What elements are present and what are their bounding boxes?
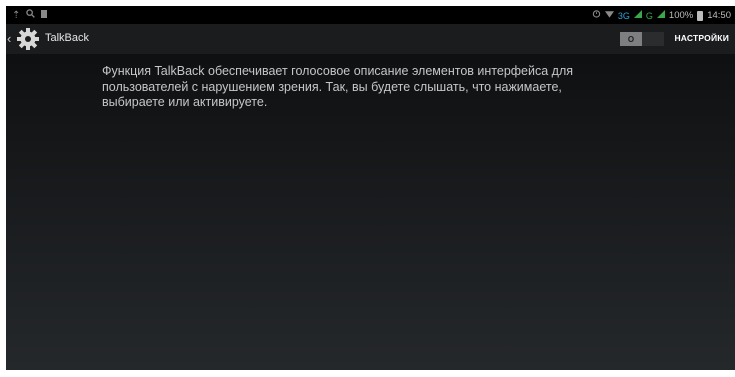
battery-icon: [697, 10, 704, 21]
network-3g-label: 3G: [617, 10, 630, 21]
talkback-description: Функция TalkBack обеспечивает голосовое …: [102, 64, 574, 109]
notification-icon: [41, 9, 48, 22]
app-title: TalkBack: [45, 32, 90, 44]
status-bar-left: ⇡: [12, 9, 48, 22]
switch-state-label: O: [627, 34, 635, 44]
wifi-icon: [604, 10, 614, 22]
search-icon: [26, 9, 36, 22]
usb-icon: ⇡: [12, 9, 21, 21]
android-screen: ⇡ 3G G 100% 14:50 ‹ TalkBack O НАСТРОЙКИ…: [6, 6, 735, 370]
action-bar: ‹ TalkBack O НАСТРОЙКИ: [6, 24, 735, 54]
status-bar: ⇡ 3G G 100% 14:50: [6, 6, 735, 24]
network-g-label: G: [645, 10, 653, 21]
alarm-icon: [592, 9, 601, 22]
signal-icon: [656, 10, 665, 21]
talkback-switch[interactable]: O: [620, 32, 664, 46]
gear-icon[interactable]: [16, 27, 40, 51]
signal-icon: [633, 10, 642, 21]
battery-percent: 100%: [668, 10, 694, 21]
settings-button[interactable]: НАСТРОЙКИ: [674, 33, 729, 43]
status-bar-right: 3G G 100% 14:50: [592, 9, 731, 22]
switch-thumb[interactable]: O: [620, 32, 642, 46]
back-chevron-icon[interactable]: ‹: [7, 31, 11, 46]
clock: 14:50: [707, 10, 731, 21]
